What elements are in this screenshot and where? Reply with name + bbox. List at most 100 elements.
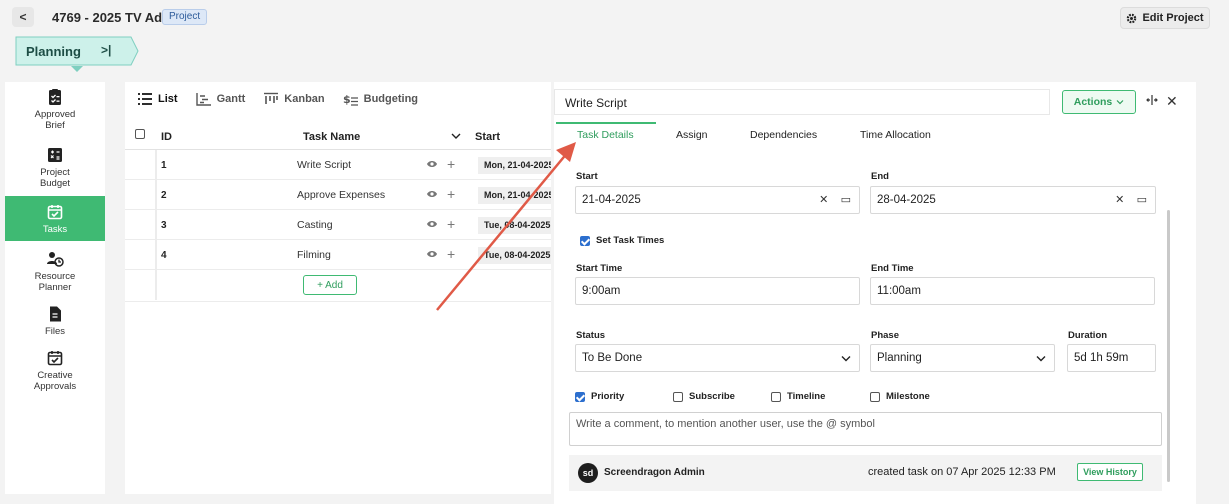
task-start-date: Mon, 21-04-2025	[478, 157, 551, 174]
duration-input[interactable]: 5d 1h 59m	[1067, 344, 1156, 372]
calendar-icon[interactable]: ▭	[1137, 194, 1147, 206]
status-select[interactable]: To Be Done	[575, 344, 860, 372]
task-id: 2	[161, 190, 167, 201]
calendar-icon[interactable]: ▭	[841, 194, 851, 206]
milestone-checkbox[interactable]: Milestone	[870, 391, 930, 402]
set-task-times-checkbox[interactable]: Set Task Times	[580, 235, 664, 246]
column-start: Start	[475, 131, 501, 143]
task-start-date: Tue, 08-04-2025	[478, 247, 551, 264]
eye-icon[interactable]	[426, 249, 438, 259]
table-row[interactable]: 4 Filming + Tue, 08-04-2025	[125, 240, 551, 270]
actions-button[interactable]: Actions	[1062, 90, 1136, 114]
checkbox-icon	[870, 391, 880, 402]
table-row[interactable]: 1 Write Script + Mon, 21-04-2025	[125, 150, 551, 180]
close-icon[interactable]: ✕	[1166, 93, 1178, 110]
table-row[interactable]: 2 Approve Expenses + Mon, 21-04-2025	[125, 180, 551, 210]
svg-text:$: $	[343, 93, 351, 106]
tab-list[interactable]: List	[137, 92, 178, 106]
nav-label: Files	[44, 326, 66, 337]
add-task-button[interactable]: + Add	[303, 275, 357, 295]
clear-icon[interactable]: ✕	[819, 194, 828, 206]
start-date-field[interactable]: 21-04-2025 ✕ ▭	[575, 186, 860, 214]
add-subtask-icon[interactable]: +	[447, 246, 455, 262]
tab-budgeting[interactable]: $ Budgeting	[343, 92, 418, 106]
nav-item-files[interactable]: Files	[5, 305, 105, 337]
project-title: 4769 - 2025 TV Ad	[52, 10, 163, 25]
project-badge: Project	[162, 9, 208, 25]
nav-item-tasks[interactable]: Tasks	[5, 196, 105, 241]
nav-label: Project Budget	[39, 167, 71, 189]
chevron-down-icon	[841, 356, 851, 362]
author-name: Screendragon Admin	[604, 467, 705, 478]
priority-checkbox[interactable]: Priority	[575, 391, 624, 402]
task-start-date: Mon, 21-04-2025	[478, 187, 551, 204]
nav-item-creative-approvals[interactable]: Creative Approvals	[5, 349, 105, 392]
eye-icon[interactable]	[426, 219, 438, 229]
tab-label: List	[158, 93, 178, 105]
phase-planning[interactable]: Planning >|	[15, 36, 139, 66]
tab-gantt[interactable]: Gantt	[195, 92, 246, 106]
timeline-checkbox[interactable]: Timeline	[771, 391, 825, 402]
resource-planner-icon	[47, 252, 64, 267]
chevron-down-icon[interactable]	[451, 132, 461, 140]
nav-label: Creative Approvals	[33, 370, 77, 392]
scrollbar[interactable]	[1167, 210, 1170, 482]
chevron-down-icon	[1116, 100, 1124, 105]
add-subtask-icon[interactable]: +	[447, 186, 455, 202]
budget-icon	[48, 148, 62, 162]
timeline-label: Timeline	[787, 391, 826, 402]
start-time-input[interactable]: 9:00am	[575, 277, 860, 305]
split-view-icon[interactable]	[1146, 94, 1158, 106]
end-date-field[interactable]: 28-04-2025 ✕ ▭	[870, 186, 1156, 214]
end-time-label: End Time	[871, 263, 914, 274]
select-all-checkbox[interactable]	[135, 129, 145, 139]
end-time-input[interactable]: 11:00am	[870, 277, 1155, 305]
start-time-label: Start Time	[576, 263, 623, 274]
comment-input[interactable]: Write a comment, to mention another user…	[569, 412, 1162, 446]
subscribe-checkbox[interactable]: Subscribe	[673, 391, 735, 402]
table-row[interactable]: 3 Casting + Tue, 08-04-2025	[125, 210, 551, 240]
detail-tabs: Task Details Assign Dependencies Time Al…	[554, 122, 1184, 146]
start-date-value: 21-04-2025	[582, 194, 641, 206]
task-name[interactable]: Casting	[297, 219, 333, 231]
created-text: created task on 07 Apr 2025 12:33 PM	[868, 466, 1056, 478]
tab-dependencies[interactable]: Dependencies	[750, 129, 817, 141]
task-name[interactable]: Filming	[297, 249, 331, 261]
task-name[interactable]: Approve Expenses	[297, 189, 385, 201]
eye-icon[interactable]	[426, 159, 438, 169]
add-subtask-icon[interactable]: +	[447, 216, 455, 232]
back-button[interactable]: <	[12, 7, 34, 27]
tasks-icon	[47, 205, 63, 220]
eye-icon[interactable]	[426, 189, 438, 199]
task-title-input[interactable]: Write Script	[554, 89, 1050, 115]
task-name[interactable]: Write Script	[297, 159, 351, 171]
tab-time-allocation[interactable]: Time Allocation	[860, 129, 931, 141]
tab-task-details[interactable]: Task Details	[577, 129, 634, 141]
view-history-button[interactable]: View History	[1077, 463, 1143, 481]
status-value: To Be Done	[582, 352, 643, 364]
edit-project-button[interactable]: Edit Project	[1120, 7, 1210, 29]
tab-label: Gantt	[216, 93, 246, 105]
nav-item-approved-brief[interactable]: Approved Brief	[5, 88, 105, 131]
subscribe-label: Subscribe	[689, 391, 735, 402]
tab-kanban[interactable]: Kanban	[263, 92, 325, 106]
collapse-panel-icon[interactable]: >|	[101, 43, 111, 57]
phase-pointer	[71, 66, 83, 72]
task-id: 4	[161, 250, 167, 261]
add-subtask-icon[interactable]: +	[447, 156, 455, 172]
priority-label: Priority	[591, 391, 625, 402]
phase-select[interactable]: Planning	[870, 344, 1055, 372]
clear-icon[interactable]: ✕	[1115, 194, 1124, 206]
tab-assign[interactable]: Assign	[676, 129, 708, 141]
phase-field-label: Phase	[871, 330, 899, 341]
budgeting-icon: $	[343, 93, 358, 106]
creative-approvals-icon	[47, 351, 63, 366]
table-header: ID Task Name Start	[125, 124, 551, 150]
set-task-times-label: Set Task Times	[596, 235, 665, 246]
tab-label: Budgeting	[363, 93, 419, 105]
nav-item-resource-planner[interactable]: Resource Planner	[5, 250, 105, 293]
actions-label: Actions	[1073, 96, 1113, 108]
nav-item-project-budget[interactable]: Project Budget	[5, 146, 105, 189]
task-start-date: Tue, 08-04-2025	[478, 217, 551, 234]
brief-icon	[49, 89, 61, 105]
